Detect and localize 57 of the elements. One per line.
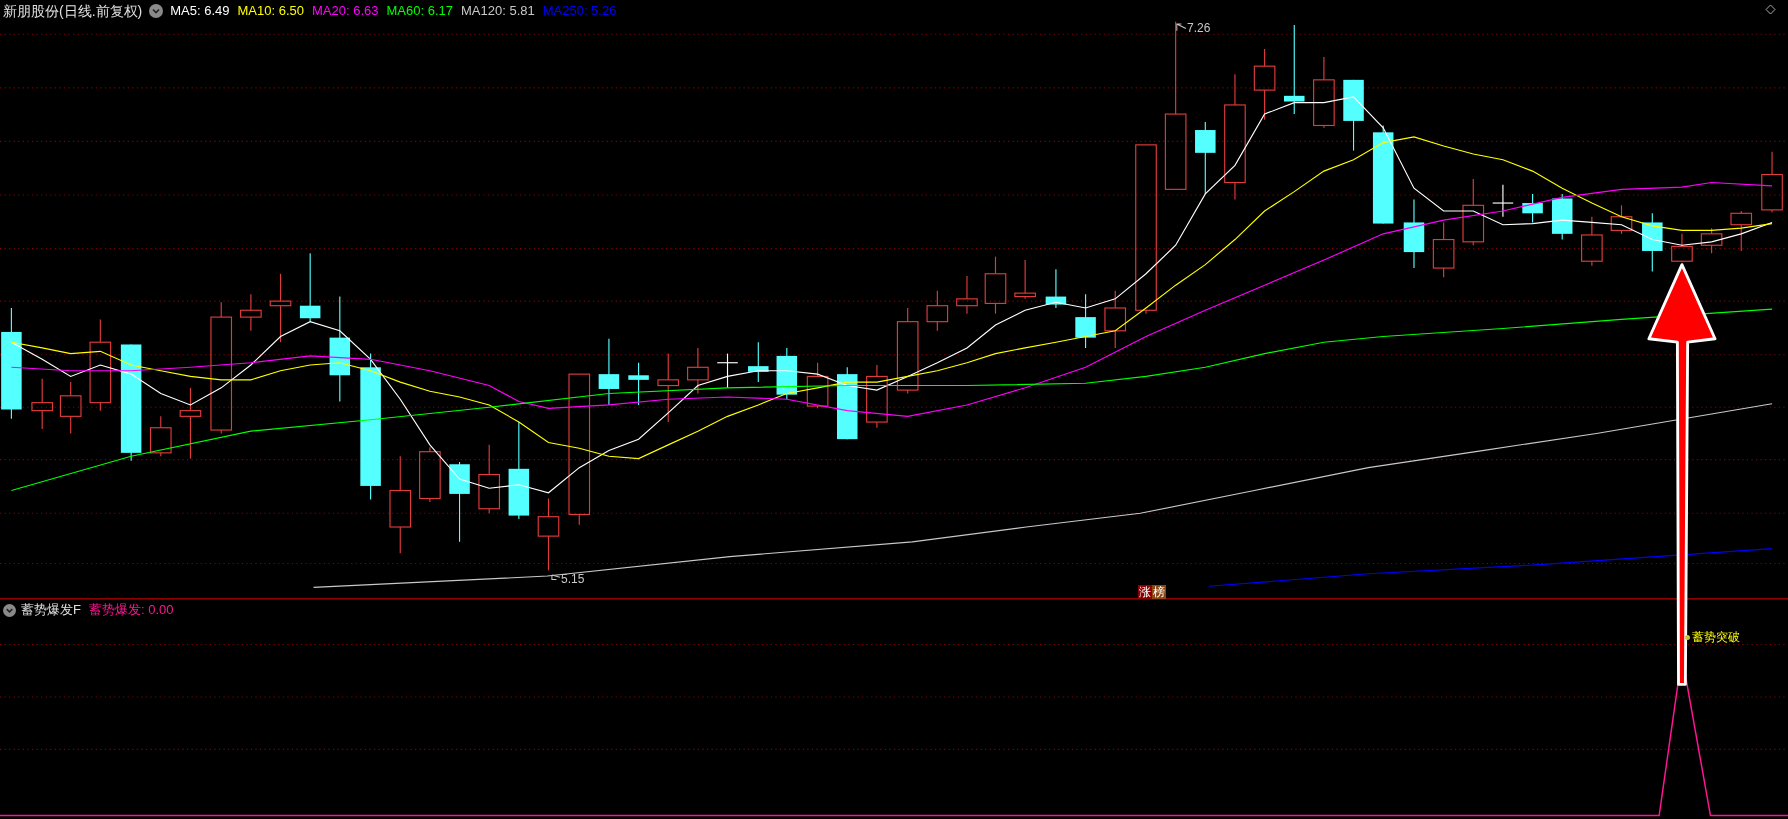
candlestick xyxy=(59,381,82,434)
moving-average-label: MA250: 5.26 xyxy=(542,2,617,21)
candlestick xyxy=(1075,293,1096,349)
moving-average-label: MA120: 5.81 xyxy=(461,2,535,21)
candlestick xyxy=(149,415,172,457)
candlestick xyxy=(1730,210,1753,252)
indicator-name: 蓄势爆发F xyxy=(21,601,81,620)
candlestick xyxy=(628,362,649,406)
candlestick xyxy=(776,347,798,400)
chevron-down-icon[interactable] xyxy=(3,603,16,617)
signal-dot-icon xyxy=(1685,634,1690,640)
candlestick xyxy=(1671,233,1693,263)
candlestick xyxy=(984,256,1007,315)
price-label: 7.26 xyxy=(1187,20,1211,37)
diamond-icon[interactable] xyxy=(1765,4,1776,15)
candlestick xyxy=(1761,151,1783,213)
chart-title: 新朋股份(日线.前复权) xyxy=(3,1,143,21)
candlestick xyxy=(269,273,292,343)
pointer-arrow-icon xyxy=(551,574,561,580)
candlestick xyxy=(1700,227,1723,254)
candlestick xyxy=(926,290,949,332)
candlestick xyxy=(478,444,500,514)
candlestick xyxy=(1642,212,1663,273)
limit-up-badge: 榜 xyxy=(1152,585,1166,599)
pointer-arrow-icon xyxy=(1176,23,1187,32)
candlestick xyxy=(240,293,262,332)
chevron-down-icon[interactable] xyxy=(149,4,164,18)
moving-average-label: MA60: 6.17 xyxy=(386,2,453,21)
candlestick xyxy=(1551,193,1573,241)
candlestick xyxy=(1610,204,1633,235)
candlestick xyxy=(299,252,321,323)
candlestick xyxy=(1403,199,1425,269)
candlestick xyxy=(1104,290,1127,349)
signal-label: 蓄势突破 xyxy=(1692,629,1740,646)
candlestick xyxy=(716,353,739,389)
candlestick xyxy=(1014,259,1036,300)
candlestick xyxy=(748,341,769,383)
candlestick xyxy=(1492,184,1514,218)
indicator-value: 蓄势爆发: 0.00 xyxy=(88,601,174,620)
candlestick xyxy=(806,362,829,409)
limit-up-badge: 涨 xyxy=(1138,585,1152,599)
candlestick xyxy=(1581,216,1603,267)
candlestick xyxy=(419,446,441,503)
candlestick xyxy=(598,338,620,406)
candlestick xyxy=(956,275,978,315)
candlestick xyxy=(866,364,888,429)
candlestick xyxy=(1522,193,1543,223)
candlestick xyxy=(1462,178,1485,246)
candlestick xyxy=(1045,268,1067,309)
candlestick xyxy=(31,378,53,430)
moving-average-label: MA10: 6.50 xyxy=(237,2,304,21)
candlestick xyxy=(687,347,709,395)
candlestick xyxy=(1432,221,1455,278)
candlestick xyxy=(657,353,680,423)
price-label: 5.15 xyxy=(561,571,585,588)
moving-average-label: MA20: 6.63 xyxy=(312,2,379,21)
moving-average-label: MA5: 6.49 xyxy=(170,2,230,21)
